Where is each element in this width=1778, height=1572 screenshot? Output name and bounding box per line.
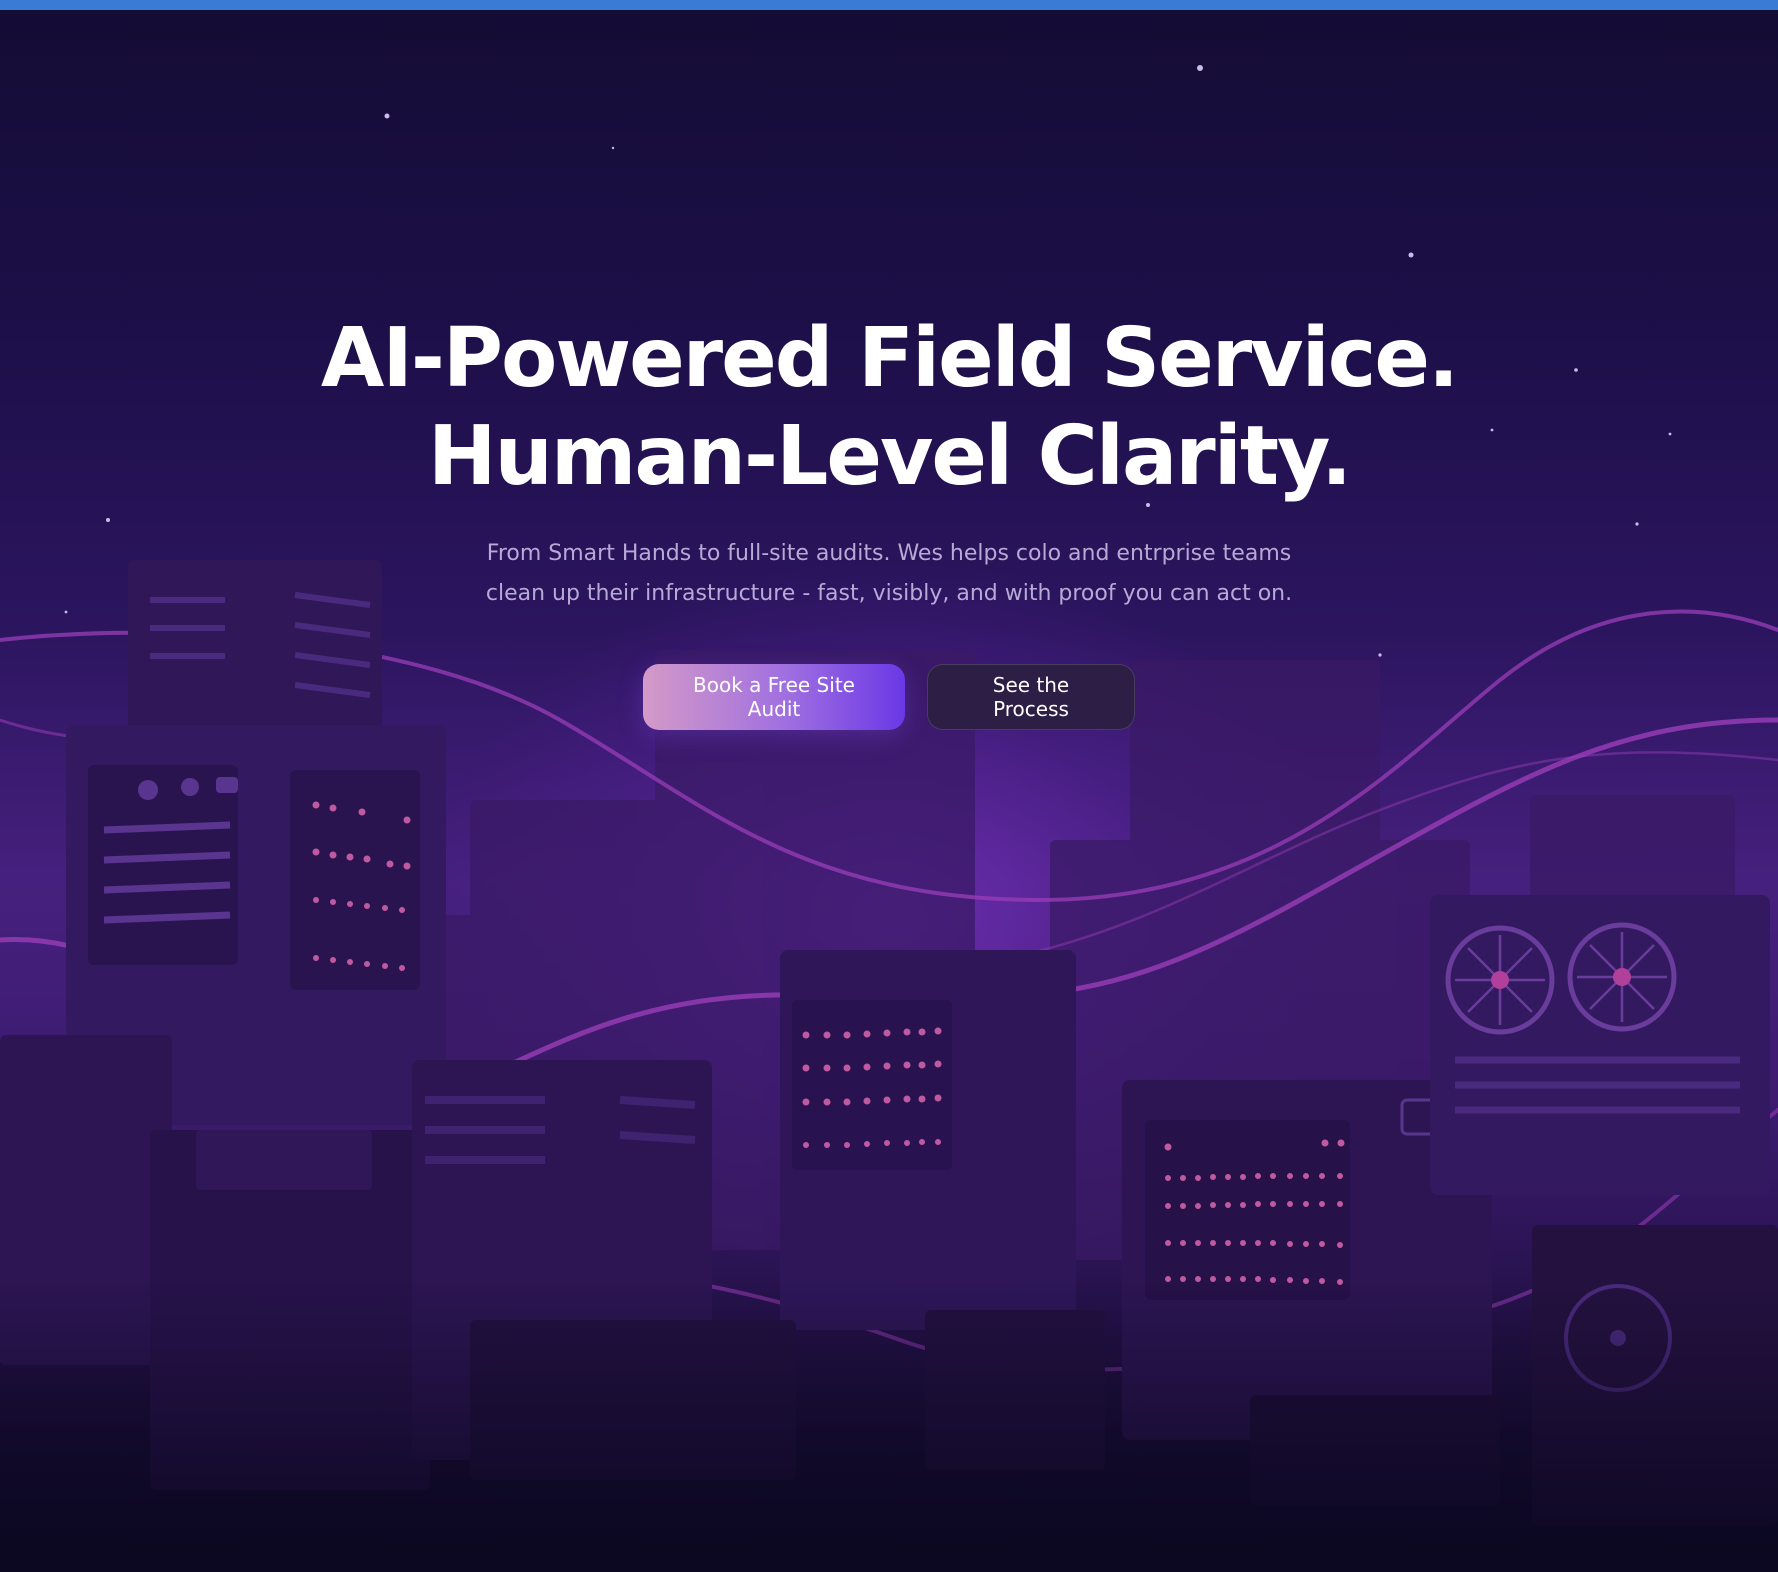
headline-line-1: AI-Powered Field Service. [320, 311, 1459, 406]
hero-section: AI-Powered Field Service. Human-Level Cl… [0, 310, 1778, 730]
datacenter-city-illustration [0, 65, 1778, 1572]
headline-line-2: Human-Level Clarity. [427, 409, 1352, 504]
book-free-site-audit-button[interactable]: Book a Free Site Audit [643, 664, 905, 730]
hero-headline: AI-Powered Field Service. Human-Level Cl… [0, 310, 1778, 506]
hero-actions: Book a Free Site Audit See the Process [0, 664, 1778, 730]
bottom-fade [0, 1280, 1778, 1572]
landing-page: AI-Powered Field Service. Human-Level Cl… [0, 0, 1778, 1572]
hero-subtitle: From Smart Hands to full-site audits. We… [485, 541, 1293, 606]
see-the-process-button[interactable]: See the Process [927, 664, 1135, 730]
